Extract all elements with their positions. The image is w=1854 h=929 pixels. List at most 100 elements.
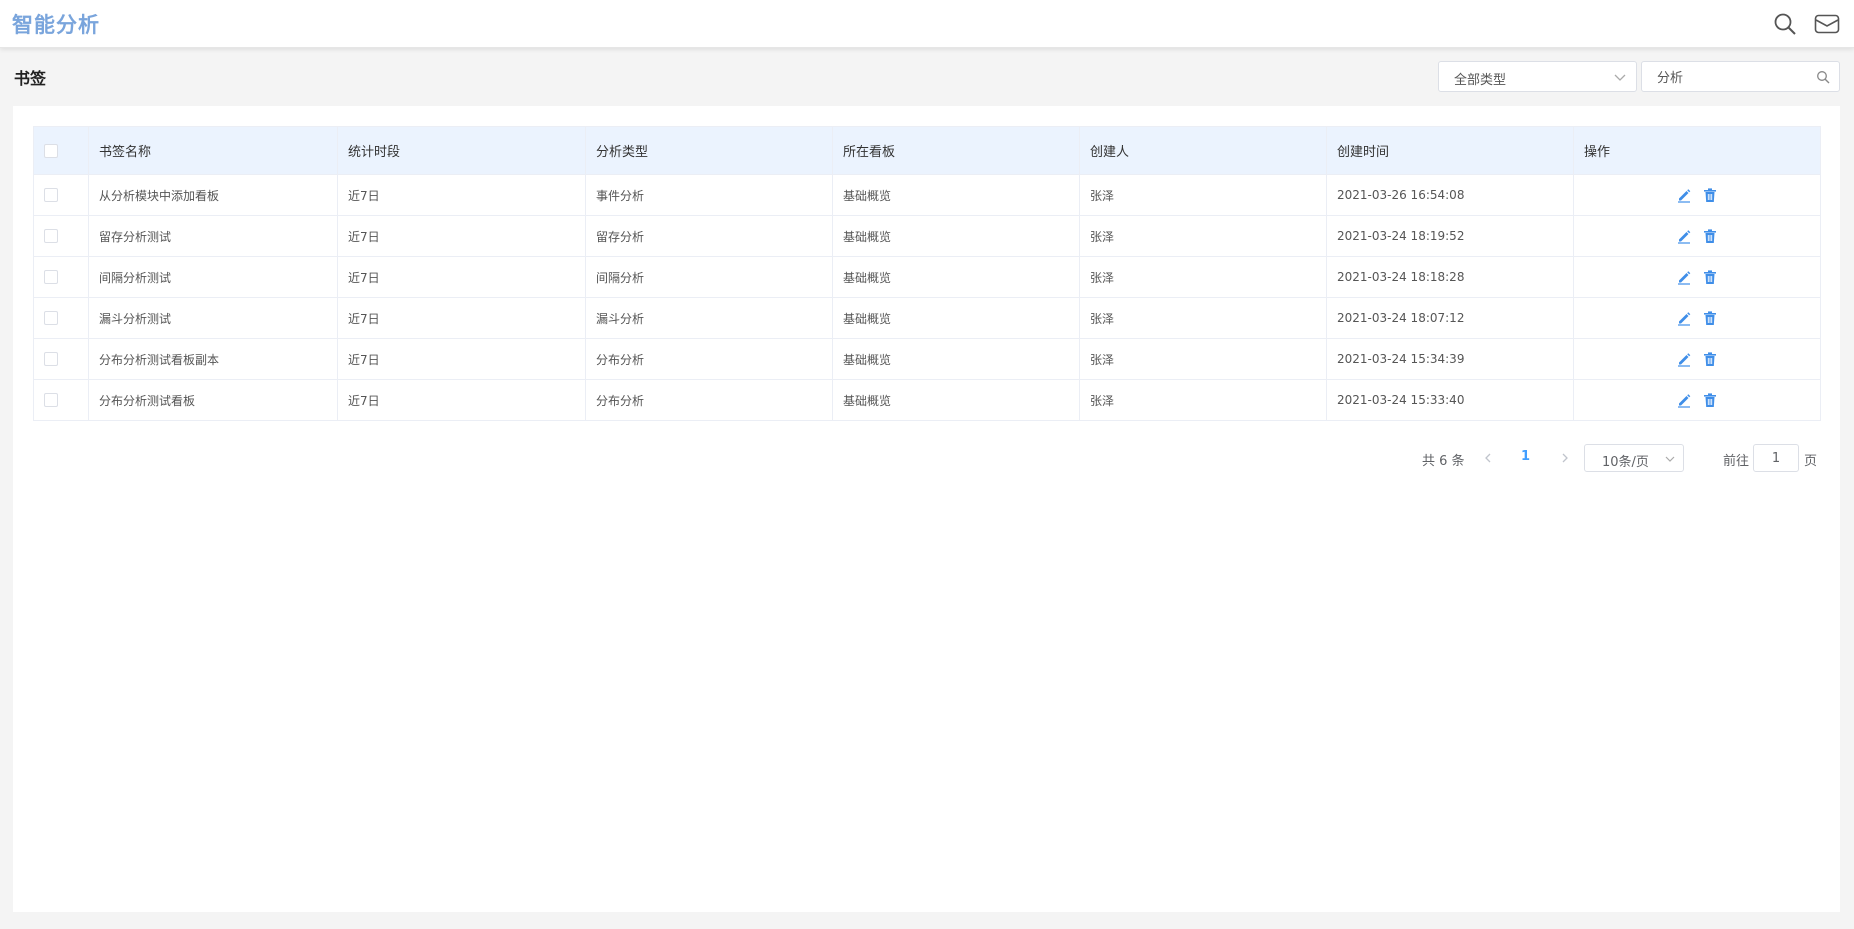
trash-icon[interactable]: [1702, 269, 1718, 285]
type-filter-value: 全部类型: [1454, 73, 1507, 88]
board-cell: 基础概览: [832, 338, 1080, 380]
actions-cell: [1573, 215, 1821, 257]
type-filter-select[interactable]: 全部类型: [1438, 61, 1637, 92]
period-cell: 近7日: [337, 379, 586, 421]
trash-icon[interactable]: [1702, 392, 1718, 408]
column-header-actions: 操作: [1573, 126, 1821, 175]
row-checkbox[interactable]: [44, 393, 58, 407]
bookmark-name-cell: 留存分析测试: [88, 215, 338, 257]
header-checkbox-cell: [33, 126, 89, 175]
next-page-icon[interactable]: [1558, 451, 1572, 465]
page-size-select[interactable]: 10条/页: [1584, 444, 1684, 472]
created-time-cell: 2021-03-24 18:07:12: [1326, 297, 1574, 339]
chevron-down-icon: [1665, 456, 1675, 462]
goto-label: 前往: [1723, 454, 1750, 469]
select-all-checkbox[interactable]: [44, 143, 58, 158]
creator-cell: 张泽: [1079, 297, 1327, 339]
trash-icon[interactable]: [1702, 351, 1718, 367]
analysis-type-cell: 分布分析: [585, 379, 833, 421]
creator-cell: 张泽: [1079, 174, 1327, 216]
mail-icon[interactable]: [1814, 11, 1840, 37]
page-title: 书签: [14, 69, 47, 88]
bookmark-name-cell: 漏斗分析测试: [88, 297, 338, 339]
board-cell: 基础概览: [832, 256, 1080, 298]
bookmark-name-cell: 从分析模块中添加看板: [88, 174, 338, 216]
bookmark-table: 书签名称 统计时段 分析类型 所在看板 创建人 创建时间 操作 从分析模块中添加…: [33, 126, 1821, 421]
board-cell: 基础概览: [832, 379, 1080, 421]
edit-icon[interactable]: [1676, 228, 1692, 244]
edit-icon[interactable]: [1676, 392, 1692, 408]
goto-suffix: 页: [1804, 454, 1818, 469]
bookmark-name-cell: 间隔分析测试: [88, 256, 338, 298]
search-icon[interactable]: [1772, 11, 1798, 37]
row-checkbox-cell: [33, 338, 89, 380]
column-header-creator: 创建人: [1079, 126, 1327, 175]
row-checkbox-cell: [33, 174, 89, 216]
board-cell: 基础概览: [832, 297, 1080, 339]
bookmark-name-cell: 分布分析测试看板: [88, 379, 338, 421]
period-cell: 近7日: [337, 338, 586, 380]
edit-icon[interactable]: [1676, 310, 1692, 326]
actions-cell: [1573, 379, 1821, 421]
actions-cell: [1573, 174, 1821, 216]
row-checkbox[interactable]: [44, 270, 58, 284]
column-header-name: 书签名称: [88, 126, 338, 175]
table-row: 分布分析测试看板 近7日 分布分析 基础概览 张泽 2021-03-24 15:33:40: [33, 379, 1821, 421]
top-bar: 智能分析: [0, 0, 1854, 48]
chevron-down-icon: [1614, 74, 1626, 81]
bookmark-name-cell: 分布分析测试看板副本: [88, 338, 338, 380]
row-checkbox-cell: [33, 297, 89, 339]
page-size-value: 10条/页: [1602, 455, 1649, 470]
analysis-type-cell: 留存分析: [585, 215, 833, 257]
pagination: 共 6 条 1 10条/页 前往 页: [13, 443, 1840, 473]
trash-icon[interactable]: [1702, 310, 1718, 326]
row-checkbox[interactable]: [44, 352, 58, 366]
goto-page-input[interactable]: [1753, 444, 1799, 472]
analysis-type-cell: 事件分析: [585, 174, 833, 216]
creator-cell: 张泽: [1079, 379, 1327, 421]
actions-cell: [1573, 256, 1821, 298]
column-header-period: 统计时段: [337, 126, 586, 175]
board-cell: 基础概览: [832, 215, 1080, 257]
pagination-total: 共 6 条: [1422, 454, 1465, 469]
period-cell: 近7日: [337, 256, 586, 298]
created-time-cell: 2021-03-24 15:33:40: [1326, 379, 1574, 421]
trash-icon[interactable]: [1702, 228, 1718, 244]
edit-icon[interactable]: [1676, 187, 1692, 203]
search-field: [1641, 61, 1840, 92]
actions-cell: [1573, 297, 1821, 339]
row-checkbox[interactable]: [44, 229, 58, 243]
edit-icon[interactable]: [1676, 269, 1692, 285]
trash-icon[interactable]: [1702, 187, 1718, 203]
page-number-current[interactable]: 1: [1521, 449, 1530, 464]
period-cell: 近7日: [337, 174, 586, 216]
actions-cell: [1573, 338, 1821, 380]
creator-cell: 张泽: [1079, 256, 1327, 298]
period-cell: 近7日: [337, 297, 586, 339]
period-cell: 近7日: [337, 215, 586, 257]
row-checkbox-cell: [33, 256, 89, 298]
created-time-cell: 2021-03-24 18:18:28: [1326, 256, 1574, 298]
search-input[interactable]: [1643, 63, 1811, 90]
search-icon[interactable]: [1816, 70, 1830, 84]
analysis-type-cell: 漏斗分析: [585, 297, 833, 339]
row-checkbox-cell: [33, 379, 89, 421]
column-header-board: 所在看板: [832, 126, 1080, 175]
prev-page-icon[interactable]: [1481, 451, 1495, 465]
content-panel: 书签名称 统计时段 分析类型 所在看板 创建人 创建时间 操作 从分析模块中添加…: [13, 106, 1840, 912]
created-time-cell: 2021-03-24 18:19:52: [1326, 215, 1574, 257]
column-header-type: 分析类型: [585, 126, 833, 175]
board-cell: 基础概览: [832, 174, 1080, 216]
row-checkbox[interactable]: [44, 311, 58, 325]
row-checkbox[interactable]: [44, 188, 58, 202]
analysis-type-cell: 间隔分析: [585, 256, 833, 298]
table-row: 间隔分析测试 近7日 间隔分析 基础概览 张泽 2021-03-24 18:18:28: [33, 256, 1821, 298]
table-row: 分布分析测试看板副本 近7日 分布分析 基础概览 张泽 2021-03-24 15:34:…: [33, 338, 1821, 380]
creator-cell: 张泽: [1079, 215, 1327, 257]
edit-icon[interactable]: [1676, 351, 1692, 367]
column-header-created: 创建时间: [1326, 126, 1574, 175]
table-row: 漏斗分析测试 近7日 漏斗分析 基础概览 张泽 2021-03-24 18:07:12: [33, 297, 1821, 339]
table-row: 从分析模块中添加看板 近7日 事件分析 基础概览 张泽 2021-03-26 16:54:…: [33, 174, 1821, 216]
creator-cell: 张泽: [1079, 338, 1327, 380]
created-time-cell: 2021-03-26 16:54:08: [1326, 174, 1574, 216]
